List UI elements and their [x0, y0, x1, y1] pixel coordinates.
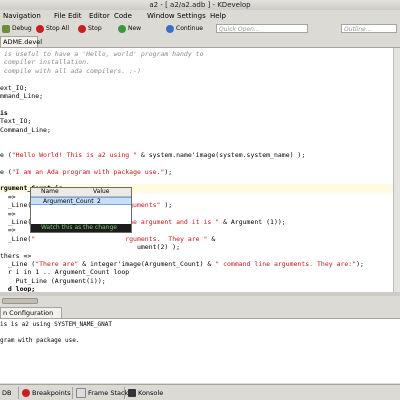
stop-all-button[interactable]: Stop All: [36, 23, 69, 34]
continue-button[interactable]: Continue: [166, 23, 203, 34]
gdb-label: DB: [2, 389, 12, 397]
quick-open-input[interactable]: Quick Open...: [216, 24, 308, 33]
menubar: Navigation File Edit Editor Code Window …: [0, 10, 400, 22]
menu-help[interactable]: Help: [210, 11, 226, 21]
breakpoints-label: Breakpoints: [32, 389, 71, 397]
watch-link[interactable]: Watch this as the change: [31, 224, 131, 232]
variable-name: Argument_Count: [43, 198, 94, 205]
konsole-label: Konsole: [138, 389, 164, 397]
frame-stack-icon: [76, 388, 86, 398]
new-icon: [118, 24, 126, 33]
variable-row[interactable]: Argument_Count 2: [31, 197, 131, 205]
konsole-icon: [128, 389, 136, 397]
menu-code[interactable]: Code: [114, 11, 132, 21]
col-value: Value: [93, 188, 110, 195]
menu-edit[interactable]: Edit: [68, 11, 82, 21]
tab-readme[interactable]: ADME.devel: [0, 36, 42, 47]
col-name: Name: [41, 188, 59, 195]
continue-label: Continue: [176, 25, 203, 32]
gdb-toolview[interactable]: DB: [2, 388, 11, 398]
stop-icon: [78, 24, 86, 33]
menu-file[interactable]: File: [54, 11, 66, 21]
new-label: New: [128, 25, 142, 32]
variable-value: 2: [97, 198, 101, 205]
debug-icon: [2, 24, 10, 33]
editor-horizontal-scrollbar[interactable]: [0, 296, 400, 306]
stop-all-icon: [36, 24, 44, 33]
output-line: gram with package use.: [0, 337, 80, 344]
debug-label: Debug: [12, 25, 32, 32]
toolbar: Debug Stop All Stop New Continue: [0, 22, 400, 35]
menu-navigation[interactable]: Navigation: [3, 11, 41, 21]
code-editor[interactable]: is useful to have a 'Hello, world' progr…: [0, 48, 400, 292]
bottom-panel-tabs: n Configuration: [0, 307, 400, 319]
separator: [18, 387, 19, 399]
editor-tabbar: ADME.devel: [0, 36, 400, 48]
editor-vertical-scrollbar[interactable]: [393, 48, 400, 292]
menu-editor[interactable]: Editor: [89, 11, 110, 21]
konsole-toolview[interactable]: Konsole: [128, 388, 163, 398]
frame-stack-label: Frame Stack: [88, 389, 129, 397]
stop-label: Stop: [88, 25, 102, 32]
menu-window[interactable]: Window: [147, 11, 175, 21]
breakpoints-icon: [22, 389, 30, 397]
tool-view-bar: DB Breakpoints Frame Stack Konsole: [0, 384, 400, 400]
breakpoints-toolview[interactable]: Breakpoints: [22, 388, 71, 398]
tooltip-header: Name Value: [31, 188, 131, 197]
outline-input[interactable]: Outline...: [341, 24, 397, 33]
stop-all-label: Stop All: [46, 25, 69, 32]
separator: [124, 387, 125, 399]
code-line: d loop;: [0, 285, 36, 292]
stop-button[interactable]: Stop: [78, 23, 102, 34]
menu-settings[interactable]: Settings: [177, 11, 206, 21]
window-title: a2 - [ a2/a2.adb ] - KDevelop: [0, 0, 400, 10]
scroll-thumb[interactable]: [2, 298, 38, 304]
continue-icon: [166, 24, 174, 33]
variable-tooltip: Name Value Argument_Count 2 Watch this a…: [30, 187, 132, 233]
output-view: is is a2 using SYSTEM_NAME_GNAT gram wit…: [0, 319, 400, 383]
frame-stack-toolview[interactable]: Frame Stack: [76, 388, 128, 398]
new-button[interactable]: New: [118, 23, 141, 34]
output-line: is is a2 using SYSTEM_NAME_GNAT: [0, 321, 112, 328]
tab-run-configuration[interactable]: n Configuration: [0, 307, 62, 318]
debug-button[interactable]: Debug: [2, 23, 32, 34]
separator: [72, 387, 73, 399]
